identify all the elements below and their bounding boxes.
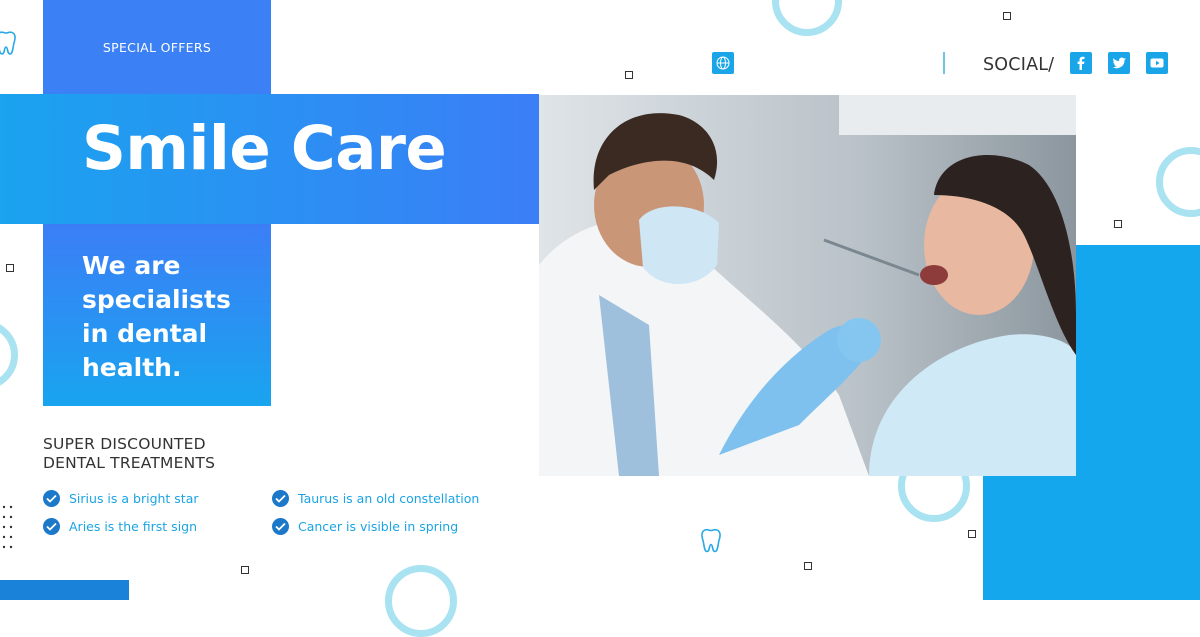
decor-square [1003,12,1011,20]
decor-dots [2,505,13,549]
decor-square [804,562,812,570]
decor-block-lower-right [983,476,1083,600]
header-divider [943,52,945,74]
facebook-icon[interactable] [1070,52,1092,74]
decor-block-right [1076,245,1200,600]
discount-heading-line2: DENTAL TREATMENTS [43,454,216,472]
special-offers-label: SPECIAL OFFERS [102,39,212,55]
feature-label: Cancer is visible in spring [298,519,459,534]
feature-item: Sirius is a bright star [43,490,199,507]
decor-square [6,264,14,272]
tooth-icon [0,31,16,55]
decor-block-bottom-left [0,580,129,600]
decor-square [968,530,976,538]
decor-ring-top [772,0,842,36]
feature-label: Sirius is a bright star [69,491,199,506]
decor-ring-left [0,320,18,390]
feature-item: Taurus is an old constellation [272,490,479,507]
decor-ring-bottom [385,565,457,637]
decor-ring-right [1156,147,1200,217]
discount-heading: SUPER DISCOUNTED DENTAL TREATMENTS [43,435,343,473]
feature-label: Taurus is an old constellation [298,491,480,506]
special-offers-link[interactable]: SPECIAL OFFERS [43,0,271,94]
decor-square [625,71,633,79]
check-icon [272,490,289,507]
globe-icon[interactable] [712,52,734,74]
feature-item: Cancer is visible in spring [272,518,458,535]
dentist-photo [539,95,1076,476]
feature-label: Aries is the first sign [69,519,198,534]
check-icon [43,490,60,507]
youtube-icon[interactable] [1146,52,1168,74]
social-label: SOCIAL/ [983,55,1055,75]
hero-tagline: We are specialists in dental health. [82,251,231,382]
feature-item: Aries is the first sign [43,518,197,535]
decor-square [1114,220,1122,228]
check-icon [272,518,289,535]
tooth-icon [701,528,721,553]
decor-square [241,566,249,574]
twitter-icon[interactable] [1108,52,1130,74]
discount-heading-line1: SUPER DISCOUNTED [43,435,206,453]
hero-title: Smile Care [82,113,447,184]
check-icon [43,518,60,535]
